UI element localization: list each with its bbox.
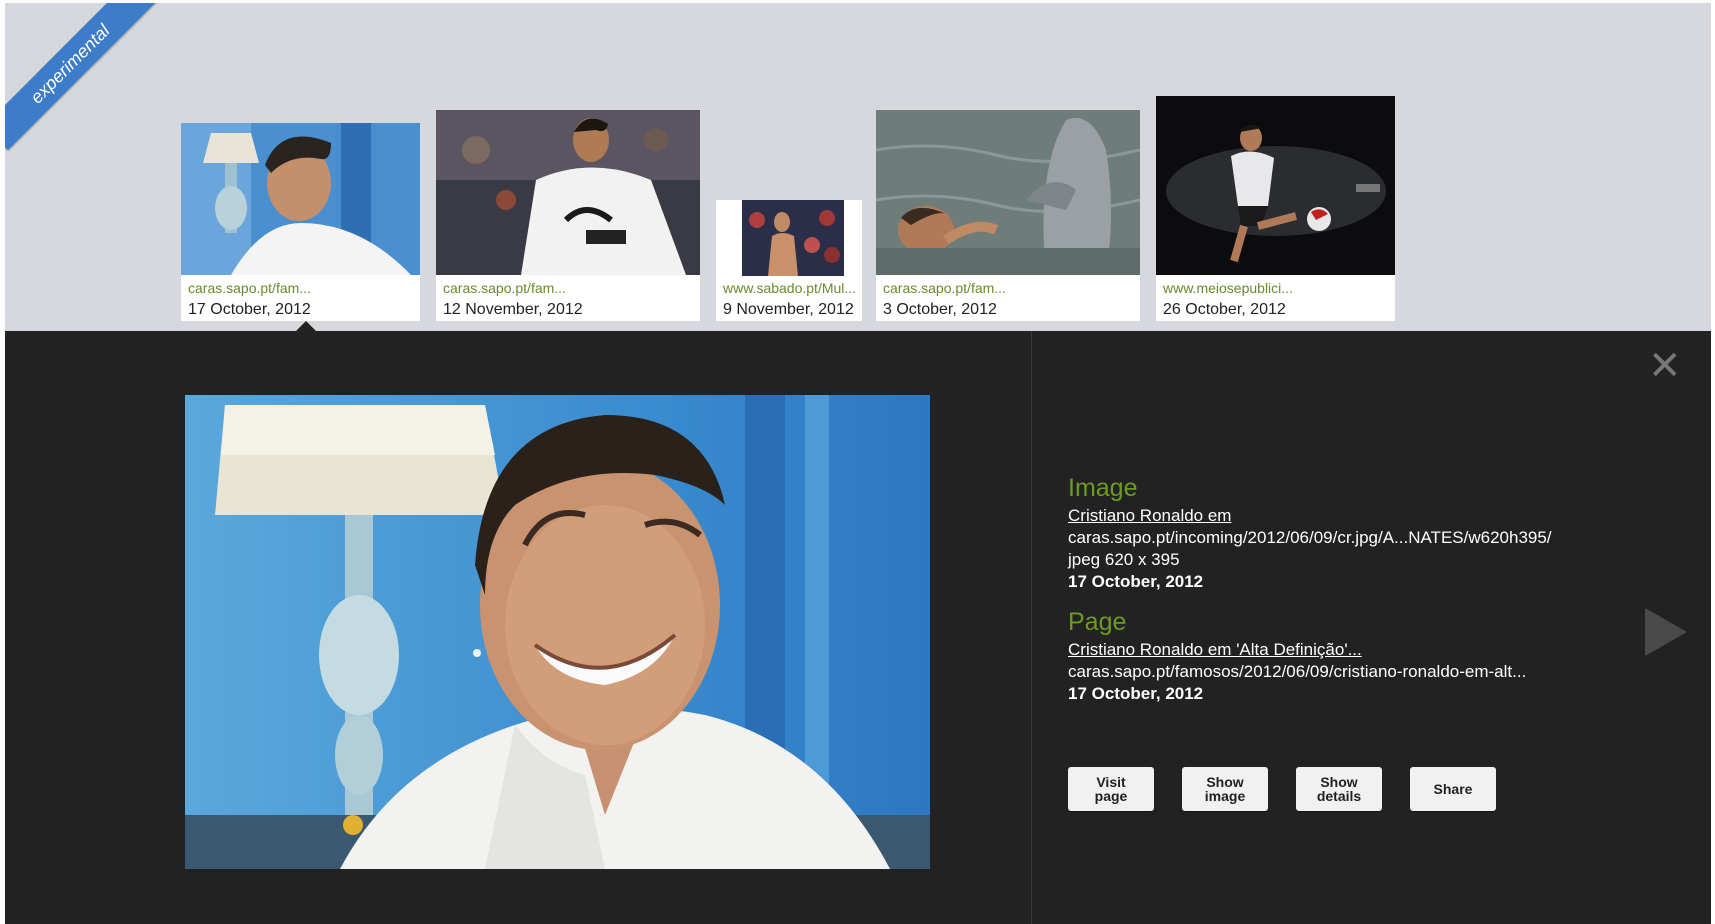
- thumbnail-source[interactable]: caras.sapo.pt/fam...: [188, 280, 311, 296]
- show-image-button[interactable]: Show image: [1182, 767, 1268, 811]
- image-date: 17 October, 2012: [1068, 572, 1204, 591]
- image-url: caras.sapo.pt/incoming/2012/06/09/cr.jpg…: [1068, 528, 1552, 547]
- share-button[interactable]: Share: [1410, 767, 1496, 811]
- thumbnail-date: 26 October, 2012: [1163, 301, 1286, 318]
- image-format: jpeg 620 x 395: [1068, 550, 1180, 569]
- thumbnail-date: 17 October, 2012: [188, 301, 311, 318]
- button-label-line2: image: [1204, 788, 1246, 804]
- main-image[interactable]: [185, 395, 930, 869]
- image-title-link[interactable]: Cristiano Ronaldo em: [1068, 505, 1628, 527]
- thumbnail-3[interactable]: www.sabado.pt/Mul... 9 November, 2012: [716, 200, 862, 321]
- selected-pointer: [296, 321, 316, 331]
- thumbnail-strip: caras.sapo.pt/fam... 17 October, 2012 ca…: [5, 3, 1711, 331]
- page-date: 17 October, 2012: [1068, 684, 1204, 703]
- thumbnail-source[interactable]: caras.sapo.pt/fam...: [443, 280, 566, 296]
- thumbnail-image: [181, 123, 420, 275]
- button-label-line2: details: [1316, 788, 1362, 804]
- button-label-line1: Share: [1433, 781, 1473, 797]
- image-section-title: Image: [1068, 474, 1138, 502]
- next-arrow-icon[interactable]: [1645, 608, 1687, 656]
- thumbnail-source[interactable]: www.sabado.pt/Mul...: [723, 280, 856, 296]
- image-viewer-page: caras.sapo.pt/fam... 17 October, 2012 ca…: [5, 3, 1711, 924]
- thumbnail-image: [1156, 96, 1395, 275]
- info-section: Image Cristiano Ronaldo em caras.sapo.pt…: [1068, 473, 1628, 705]
- thumbnail-4[interactable]: caras.sapo.pt/fam... 3 October, 2012: [876, 110, 1140, 321]
- thumbnail-image: [742, 200, 844, 276]
- panel-divider: [1031, 331, 1032, 924]
- thumbnail-2[interactable]: caras.sapo.pt/fam... 12 November, 2012: [436, 110, 700, 321]
- thumbnail-5[interactable]: www.meiosepublici... 26 October, 2012: [1156, 96, 1395, 321]
- page-section-title: Page: [1068, 608, 1127, 636]
- visit-page-button[interactable]: Visit page: [1068, 767, 1154, 811]
- page-title-link[interactable]: Cristiano Ronaldo em 'Alta Definição'...: [1068, 639, 1628, 661]
- thumbnail-source[interactable]: www.meiosepublici...: [1163, 280, 1293, 296]
- thumbnail-date: 9 November, 2012: [723, 301, 854, 318]
- button-label-line2: page: [1094, 788, 1128, 804]
- thumbnail-image: [876, 110, 1140, 275]
- thumbnail-source[interactable]: caras.sapo.pt/fam...: [883, 280, 1006, 296]
- detail-panel: Image Cristiano Ronaldo em caras.sapo.pt…: [5, 331, 1711, 924]
- page-url: caras.sapo.pt/famosos/2012/06/09/cristia…: [1068, 662, 1527, 681]
- thumbnail-date: 12 November, 2012: [443, 301, 583, 318]
- show-details-button[interactable]: Show details: [1296, 767, 1382, 811]
- thumbnail-1[interactable]: caras.sapo.pt/fam... 17 October, 2012: [181, 123, 420, 321]
- thumbnail-image: [436, 110, 700, 275]
- thumbnail-date: 3 October, 2012: [883, 301, 997, 318]
- close-icon[interactable]: ✕: [1648, 346, 1682, 386]
